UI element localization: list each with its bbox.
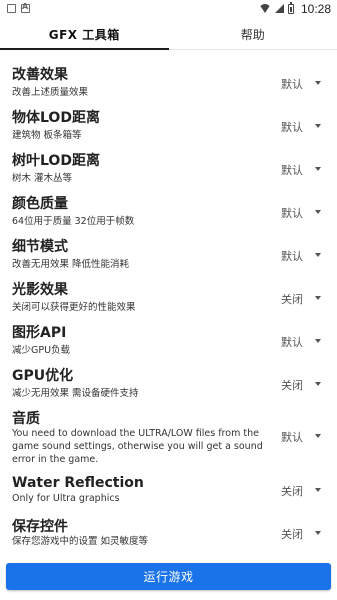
setting-value[interactable]: 默认 xyxy=(281,205,303,221)
setting-title: 物体LOD距离 xyxy=(12,110,100,126)
setting-desc: 保存您游戏中的设置 如灵敏度等 xyxy=(12,536,149,547)
system-status: 10:28 xyxy=(258,1,331,16)
dropdown-arrow-icon[interactable] xyxy=(315,531,321,535)
setting-value[interactable]: 默认 xyxy=(281,429,303,445)
setting-desc: 关闭可以获得更好的性能效果 xyxy=(12,302,136,313)
tab-help[interactable]: 帮助 xyxy=(169,20,337,49)
setting-water-reflection[interactable]: Water Reflection Only for Ultra graphics… xyxy=(0,475,337,511)
setting-value[interactable]: 关闭 xyxy=(281,483,303,499)
setting-title: Water Reflection xyxy=(12,475,144,491)
setting-value[interactable]: 默认 xyxy=(281,162,303,178)
setting-gpu-optimization[interactable]: GPU优化 减少无用效果 需设备硬件支持 关闭 xyxy=(0,365,337,401)
setting-shadow-effects[interactable]: 光影效果 关闭可以获得更好的性能效果 关闭 xyxy=(0,279,337,315)
setting-detail-mode[interactable]: 细节模式 改善无用效果 降低性能消耗 默认 xyxy=(0,236,337,272)
run-game-button[interactable]: 运行游戏 xyxy=(6,563,331,590)
dropdown-arrow-icon[interactable] xyxy=(315,339,321,343)
setting-value[interactable]: 关闭 xyxy=(281,291,303,307)
dropdown-arrow-icon[interactable] xyxy=(315,488,321,492)
setting-object-lod[interactable]: 物体LOD距离 建筑物 板条箱等 默认 xyxy=(0,107,337,143)
setting-title: 音质 xyxy=(12,411,40,427)
setting-title: 改善效果 xyxy=(12,67,68,83)
setting-value[interactable]: 默认 xyxy=(281,334,303,350)
setting-value[interactable]: 默认 xyxy=(281,119,303,135)
setting-desc: 改善上述质量效果 xyxy=(12,87,89,98)
setting-desc: 减少无用效果 需设备硬件支持 xyxy=(12,388,139,399)
dropdown-arrow-icon[interactable] xyxy=(315,253,321,257)
dropdown-arrow-icon[interactable] xyxy=(315,124,321,128)
setting-desc: Only for Ultra graphics xyxy=(12,493,120,504)
signal-icon xyxy=(274,4,284,13)
setting-title: 保存控件 xyxy=(12,519,68,535)
setting-desc: 64位用于质量 32位用于帧数 xyxy=(12,216,135,227)
setting-improve-effects[interactable]: 改善效果 改善上述质量效果 默认 xyxy=(0,64,337,100)
clock: 10:28 xyxy=(300,1,331,16)
setting-title: 光影效果 xyxy=(12,282,68,298)
setting-value[interactable]: 关闭 xyxy=(281,377,303,393)
notification-icon xyxy=(7,4,16,13)
setting-foliage-lod[interactable]: 树叶LOD距离 树木 灌木丛等 默认 xyxy=(0,150,337,186)
dropdown-arrow-icon[interactable] xyxy=(315,81,321,85)
setting-title: 细节模式 xyxy=(12,239,68,255)
tab-gfx-toolbox[interactable]: GFX 工具箱 xyxy=(0,20,169,50)
setting-title: 图形API xyxy=(12,325,67,341)
dropdown-arrow-icon[interactable] xyxy=(315,167,321,171)
setting-value[interactable]: 关闭 xyxy=(281,526,303,542)
setting-desc: 建筑物 板条箱等 xyxy=(12,130,82,141)
setting-title: 树叶LOD距离 xyxy=(12,153,100,169)
setting-desc: You need to download the ULTRA/LOW files… xyxy=(12,428,263,465)
status-bar: 10:28 xyxy=(0,0,337,17)
battery-icon xyxy=(287,1,294,14)
dropdown-arrow-icon[interactable] xyxy=(315,210,321,214)
setting-title: GPU优化 xyxy=(12,368,74,384)
tab-bar: GFX 工具箱 帮助 xyxy=(0,20,337,50)
setting-desc: 改善无用效果 降低性能消耗 xyxy=(12,259,130,270)
app-notification-icon xyxy=(21,2,30,13)
dropdown-arrow-icon[interactable] xyxy=(315,382,321,386)
dropdown-arrow-icon[interactable] xyxy=(315,434,321,438)
setting-graphics-api[interactable]: 图形API 减少GPU负载 默认 xyxy=(0,322,337,358)
notification-icons xyxy=(7,2,30,13)
setting-title: 颜色质量 xyxy=(12,196,68,212)
setting-desc: 减少GPU负载 xyxy=(12,345,71,356)
setting-color-quality[interactable]: 颜色质量 64位用于质量 32位用于帧数 默认 xyxy=(0,193,337,229)
setting-value[interactable]: 默认 xyxy=(281,248,303,264)
dropdown-arrow-icon[interactable] xyxy=(315,296,321,300)
wifi-icon xyxy=(258,4,271,13)
setting-save-controls[interactable]: 保存控件 保存您游戏中的设置 如灵敏度等 关闭 xyxy=(0,516,337,552)
setting-desc: 树木 灌木丛等 xyxy=(12,173,73,184)
setting-value[interactable]: 默认 xyxy=(281,76,303,92)
setting-sound-quality[interactable]: 音质 You need to download the ULTRA/LOW fi… xyxy=(0,408,337,470)
